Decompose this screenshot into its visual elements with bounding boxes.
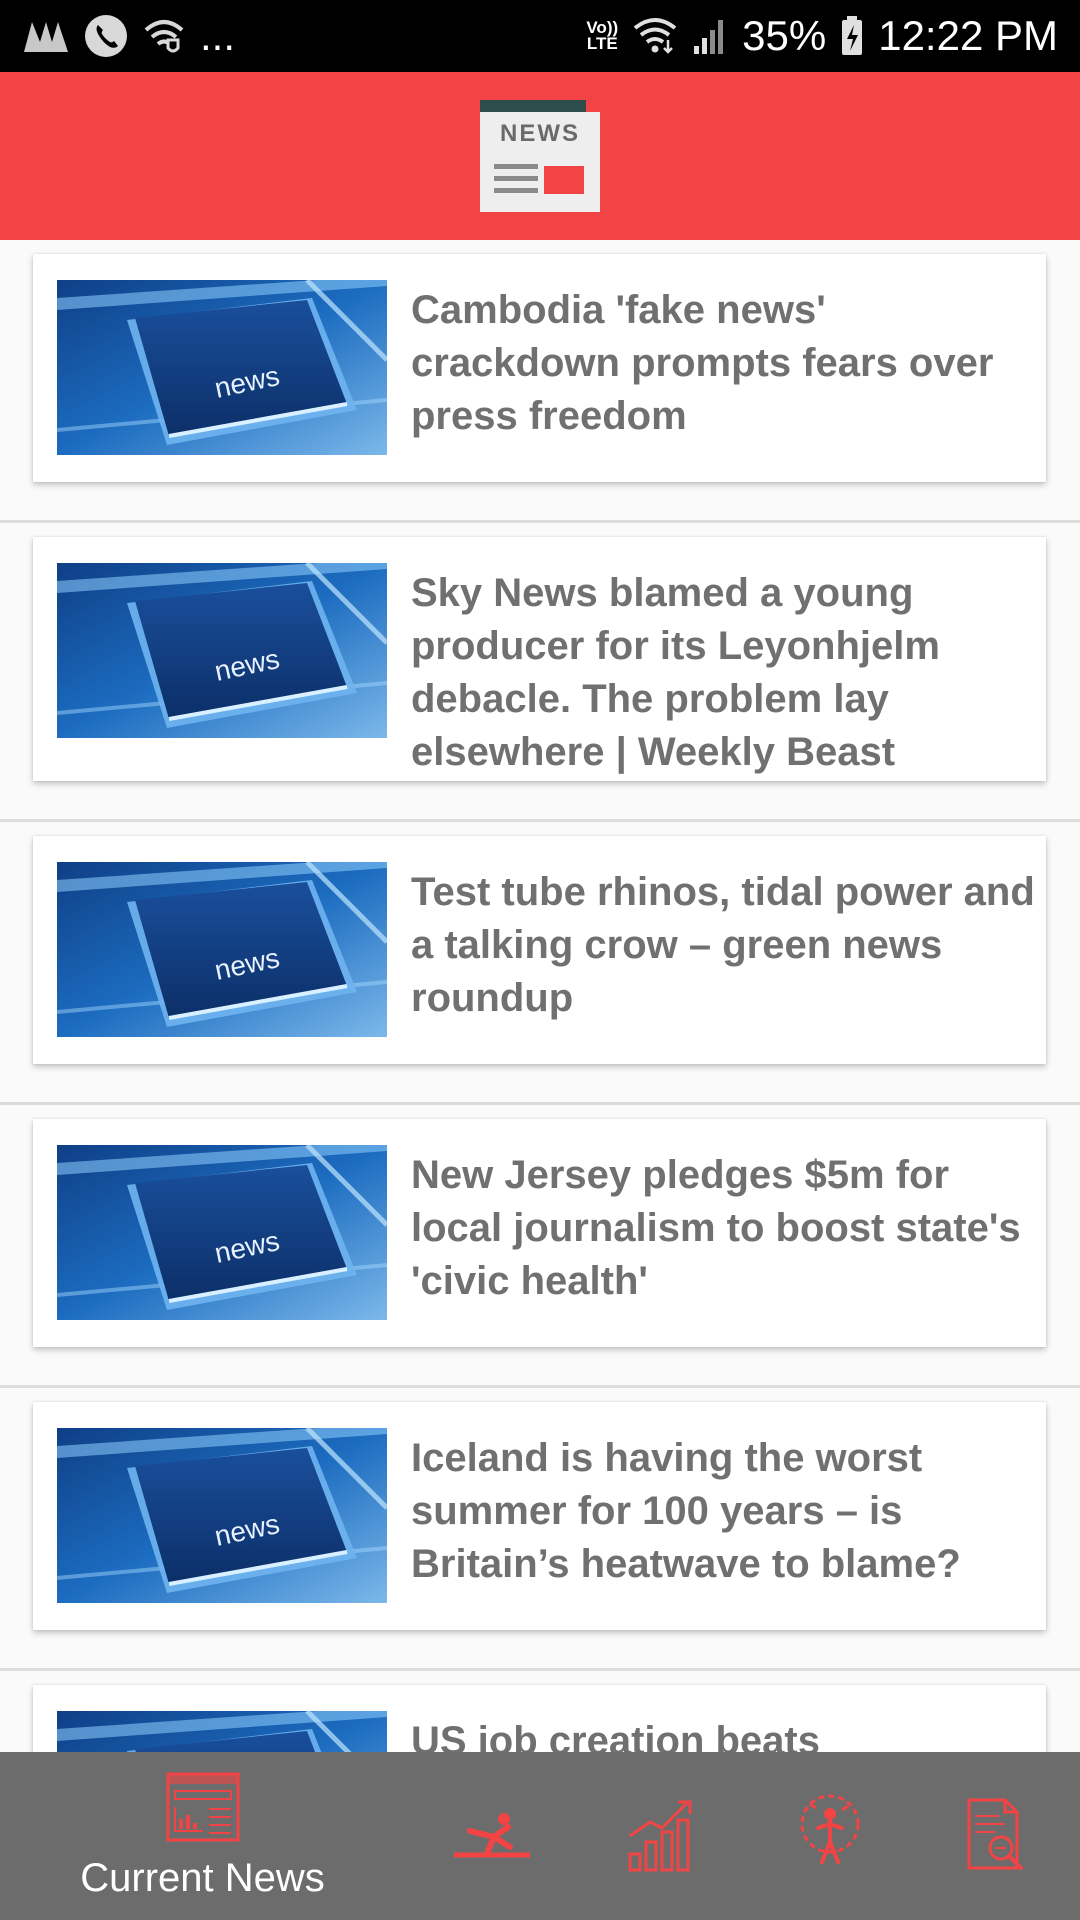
status-more: ... <box>200 12 236 59</box>
battery-charging-icon <box>840 15 864 57</box>
entertainment-icon <box>798 1794 862 1879</box>
maps-icon <box>22 16 70 56</box>
news-headline: Iceland is having the worst summer for 1… <box>411 1436 961 1586</box>
nav-entertainment[interactable] <box>768 1752 892 1920</box>
business-growth-icon <box>626 1796 698 1877</box>
nav-business[interactable] <box>600 1752 724 1920</box>
keyboard-news-image: news <box>57 1428 387 1603</box>
status-bar: ... Vo)) LTE 35% 12:22 PM <box>0 0 1080 72</box>
app-bar: NEWS <box>0 72 1080 240</box>
news-thumbnail: news <box>57 563 387 738</box>
news-headline: New Jersey pledges $5m for local journal… <box>411 1153 1021 1303</box>
news-headline: Test tube rhinos, tidal power and a talk… <box>411 870 1035 1020</box>
battery-percent: 35% <box>742 12 827 59</box>
news-row: news Test tube rhinos, tidal power and a… <box>0 822 1080 1105</box>
news-card[interactable]: news Sky News blamed a young producer fo… <box>33 537 1046 781</box>
news-card[interactable]: news Cambodia 'fake news' crackdown prom… <box>33 254 1046 482</box>
news-thumbnail: news <box>57 1145 387 1320</box>
news-card[interactable]: news New Jersey pledges $5m for local jo… <box>33 1119 1046 1347</box>
status-left: ... <box>22 12 235 60</box>
secure-wifi-icon <box>142 16 186 56</box>
lte-label: LTE <box>586 34 618 53</box>
keyboard-news-image: news <box>57 862 387 1037</box>
keyboard-news-image: news <box>57 563 387 738</box>
keyboard-news-image: news <box>57 1145 387 1320</box>
news-thumbnail: news <box>57 862 387 1037</box>
newspaper-logo-icon: NEWS <box>480 100 600 212</box>
signal-icon <box>692 16 728 56</box>
news-card[interactable]: news Test tube rhinos, tidal power and a… <box>33 836 1046 1064</box>
sports-icon <box>452 1809 532 1864</box>
search-document-icon <box>965 1796 1027 1877</box>
nav-label-current-news: Current News <box>80 1856 325 1900</box>
news-app-screen: ... Vo)) LTE 35% 12:22 PM NEWS news Camb… <box>0 0 1080 1920</box>
clock: 12:22 PM <box>878 12 1058 59</box>
logo-text: NEWS <box>500 120 580 147</box>
status-right: Vo)) LTE 35% 12:22 PM <box>586 12 1058 60</box>
newspaper-chart-icon <box>165 1771 241 1848</box>
news-thumbnail: news <box>57 280 387 455</box>
wifi-icon <box>632 16 678 56</box>
nav-current-news[interactable]: Current News <box>40 1752 365 1920</box>
news-headline: Sky News blamed a young producer for its… <box>411 571 940 774</box>
keyboard-news-image: news <box>57 280 387 455</box>
volte-icon: Vo)) LTE <box>586 19 618 53</box>
phone-call-icon <box>84 14 128 58</box>
news-headline: Cambodia 'fake news' crackdown prompts f… <box>411 288 994 438</box>
nav-sports[interactable] <box>430 1752 554 1920</box>
nav-search-news[interactable] <box>934 1752 1058 1920</box>
news-thumbnail: news <box>57 1428 387 1603</box>
news-card[interactable]: news Iceland is having the worst summer … <box>33 1402 1046 1630</box>
news-row: news Iceland is having the worst summer … <box>0 1388 1080 1671</box>
news-row: news Sky News blamed a young producer fo… <box>0 523 1080 822</box>
news-row: news New Jersey pledges $5m for local jo… <box>0 1105 1080 1388</box>
news-row: news Cambodia 'fake news' crackdown prom… <box>0 240 1080 523</box>
bottom-navigation: Current News <box>0 1752 1080 1920</box>
